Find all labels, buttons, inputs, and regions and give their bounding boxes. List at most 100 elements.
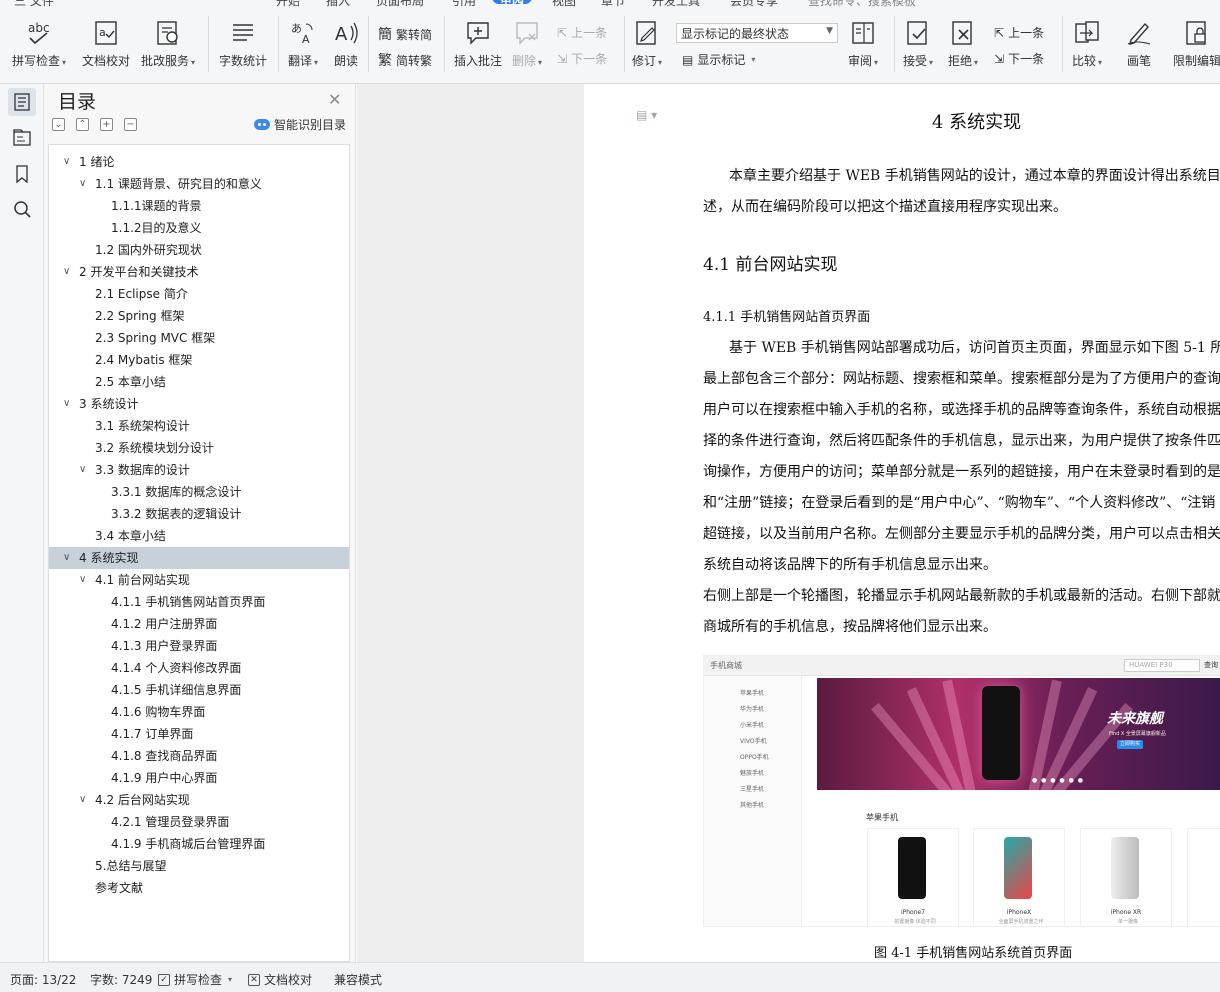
status-spellcheck[interactable]: ✓ 拼写检查 ▾: [158, 971, 232, 988]
tab-developer[interactable]: 开发工具: [652, 0, 700, 9]
toc-item[interactable]: 4.1.4 个人资料修改界面: [49, 657, 349, 679]
toc-item[interactable]: 3.2 系统模块划分设计: [49, 437, 349, 459]
close-icon[interactable]: ✕: [328, 90, 341, 109]
read-aloud-button[interactable]: A 朗读: [333, 20, 359, 69]
toc-item[interactable]: 4.1.1 手机销售网站首页界面: [49, 591, 349, 613]
toc-item[interactable]: ∨ 4.1 前台网站实现: [49, 569, 349, 591]
reject-button[interactable]: 拒绝 ▾: [948, 20, 978, 69]
collapse-all-icon[interactable]: ⌃: [76, 118, 89, 131]
next-comment-button[interactable]: ⇲ 下一条: [557, 50, 607, 67]
toc-item[interactable]: ∨ 3.3 数据库的设计: [49, 459, 349, 481]
insert-comment-button[interactable]: 插入批注: [454, 20, 502, 69]
word-count-button[interactable]: 字数统计: [219, 20, 267, 69]
tab-references[interactable]: 引用: [452, 0, 476, 9]
chevron-down-icon[interactable]: ∨: [63, 393, 70, 415]
markup-mode-select[interactable]: 显示标记的最终状态 ▼: [676, 23, 838, 43]
accept-button[interactable]: 接受 ▾: [903, 20, 933, 69]
toc-item[interactable]: 2.3 Spring MVC 框架: [49, 327, 349, 349]
toc-item[interactable]: 3.3.2 数据表的逻辑设计: [49, 503, 349, 525]
tab-home[interactable]: 开始: [276, 0, 300, 9]
revision-service-icon: [157, 21, 178, 45]
ink-button[interactable]: 画笔: [1126, 20, 1152, 69]
chevron-down-icon[interactable]: ∨: [63, 547, 70, 569]
tab-review[interactable]: 审阅: [492, 0, 533, 6]
add-heading-icon[interactable]: +: [100, 118, 113, 131]
page-options-icon[interactable]: ▤ ▾: [636, 108, 657, 122]
spellcheck-button[interactable]: abc 拼写检查 ▾: [12, 20, 66, 69]
brand-link: 三星手机: [740, 786, 765, 793]
toc-item[interactable]: 4.1.6 购物车界面: [49, 701, 349, 723]
doc-proof-button[interactable]: a 文档校对: [82, 20, 130, 69]
show-markup-button[interactable]: ▤ 显示标记 ▾: [682, 51, 755, 68]
remove-heading-icon[interactable]: −: [124, 118, 137, 131]
chevron-down-icon[interactable]: ∨: [63, 151, 70, 173]
page-indicator[interactable]: 页面: 13/22: [10, 971, 76, 988]
chapter-nav-button[interactable]: [8, 124, 36, 152]
banner-cta: 立即购买: [1117, 740, 1143, 749]
svg-text:a: a: [99, 26, 106, 39]
toc-item-label: 1 绪论: [79, 155, 115, 169]
toc-item[interactable]: ∨ 4 系统实现: [49, 547, 349, 569]
command-search[interactable]: 查找命令、搜索模板: [808, 0, 916, 9]
compare-button[interactable]: 比较 ▾: [1072, 20, 1102, 69]
prev-change-button[interactable]: ⇱ 上一条: [994, 24, 1044, 41]
toc-item[interactable]: ∨ 1 绪论: [49, 151, 349, 173]
toc-item-label: 4.1.4 个人资料修改界面: [111, 661, 242, 675]
tab-chapter[interactable]: 章节: [601, 0, 625, 9]
toc-item[interactable]: 5.总结与展望: [49, 855, 349, 877]
toc-item[interactable]: 4.1.9 用户中心界面: [49, 767, 349, 789]
smart-toc-button[interactable]: 智能识别目录: [254, 116, 346, 133]
toc-item[interactable]: 2.1 Eclipse 简介: [49, 283, 349, 305]
expand-all-icon[interactable]: ⌄: [52, 118, 65, 131]
chevron-down-icon[interactable]: ∨: [79, 789, 86, 811]
toc-item[interactable]: 2.4 Mybatis 框架: [49, 349, 349, 371]
tab-view[interactable]: 视图: [552, 0, 576, 9]
next-change-button[interactable]: ⇲ 下一条: [994, 50, 1044, 67]
chevron-down-icon[interactable]: ∨: [79, 569, 86, 591]
track-changes-button[interactable]: 修订 ▾: [632, 20, 662, 69]
delete-comment-button[interactable]: 删除 ▾: [512, 20, 542, 69]
toc-item[interactable]: 2.5 本章小结: [49, 371, 349, 393]
restrict-edit-button[interactable]: 限制编辑: [1173, 20, 1220, 69]
word-count-indicator[interactable]: 字数: 7249: [90, 971, 152, 988]
tab-page-layout[interactable]: 页面布局: [376, 0, 424, 9]
simp-to-trad-button[interactable]: 繁 简转繁: [378, 50, 432, 70]
next-comment-icon: ⇲: [557, 51, 568, 66]
toc-item[interactable]: 4.1.3 用户登录界面: [49, 635, 349, 657]
toc-item[interactable]: 4.1.7 订单界面: [49, 723, 349, 745]
toc-item[interactable]: 4.1.8 查找商品界面: [49, 745, 349, 767]
toc-item[interactable]: ∨ 3 系统设计: [49, 393, 349, 415]
toc-item[interactable]: ∨ 4.2 后台网站实现: [49, 789, 349, 811]
translate-button[interactable]: あA 翻译 ▾: [288, 20, 318, 69]
tab-file[interactable]: 三 文件: [14, 0, 54, 9]
tab-insert[interactable]: 插入: [326, 0, 350, 9]
toc-item[interactable]: 4.1.2 用户注册界面: [49, 613, 349, 635]
toc-item[interactable]: 3.3.1 数据库的概念设计: [49, 481, 349, 503]
bookmark-icon: [16, 165, 28, 184]
bookmark-nav-button[interactable]: [8, 160, 36, 188]
toc-item[interactable]: 4.1.5 手机详细信息界面: [49, 679, 349, 701]
revision-service-button[interactable]: 批改服务 ▾: [141, 20, 195, 69]
tab-member[interactable]: 会员专享: [730, 0, 778, 9]
chevron-down-icon[interactable]: ∨: [79, 459, 86, 481]
search-nav-button[interactable]: [8, 196, 36, 224]
toc-item[interactable]: 参考文献: [49, 877, 349, 899]
toc-item[interactable]: 1.1.1课题的背景: [49, 195, 349, 217]
toc-item[interactable]: 4.1.9 手机商城后台管理界面: [49, 833, 349, 855]
chevron-down-icon[interactable]: ∨: [63, 261, 70, 283]
toc-item[interactable]: ∨ 2 开发平台和关键技术: [49, 261, 349, 283]
toc-item[interactable]: 2.2 Spring 框架: [49, 305, 349, 327]
toc-item[interactable]: 3.4 本章小结: [49, 525, 349, 547]
status-doc-proof[interactable]: ✕ 文档校对: [248, 971, 312, 988]
document-page[interactable]: ▤ ▾ 4 系统实现 本章主要介绍基于 WEB 手机销售网站的设计，通过本章的界…: [584, 84, 1220, 962]
toc-item[interactable]: ∨ 1.1 课题背景、研究目的和意义: [49, 173, 349, 195]
toc-item[interactable]: 1.2 国内外研究现状: [49, 239, 349, 261]
chevron-down-icon[interactable]: ∨: [79, 173, 86, 195]
toc-item[interactable]: 4.2.1 管理员登录界面: [49, 811, 349, 833]
toc-item[interactable]: 3.1 系统架构设计: [49, 415, 349, 437]
toc-item[interactable]: 1.1.2目的及意义: [49, 217, 349, 239]
review-pane-button[interactable]: 审阅 ▾: [848, 20, 878, 69]
prev-comment-button[interactable]: ⇱ 上一条: [557, 24, 607, 41]
toc-nav-button[interactable]: [8, 88, 36, 116]
trad-to-simp-button[interactable]: 簡 繁转简: [378, 24, 432, 44]
